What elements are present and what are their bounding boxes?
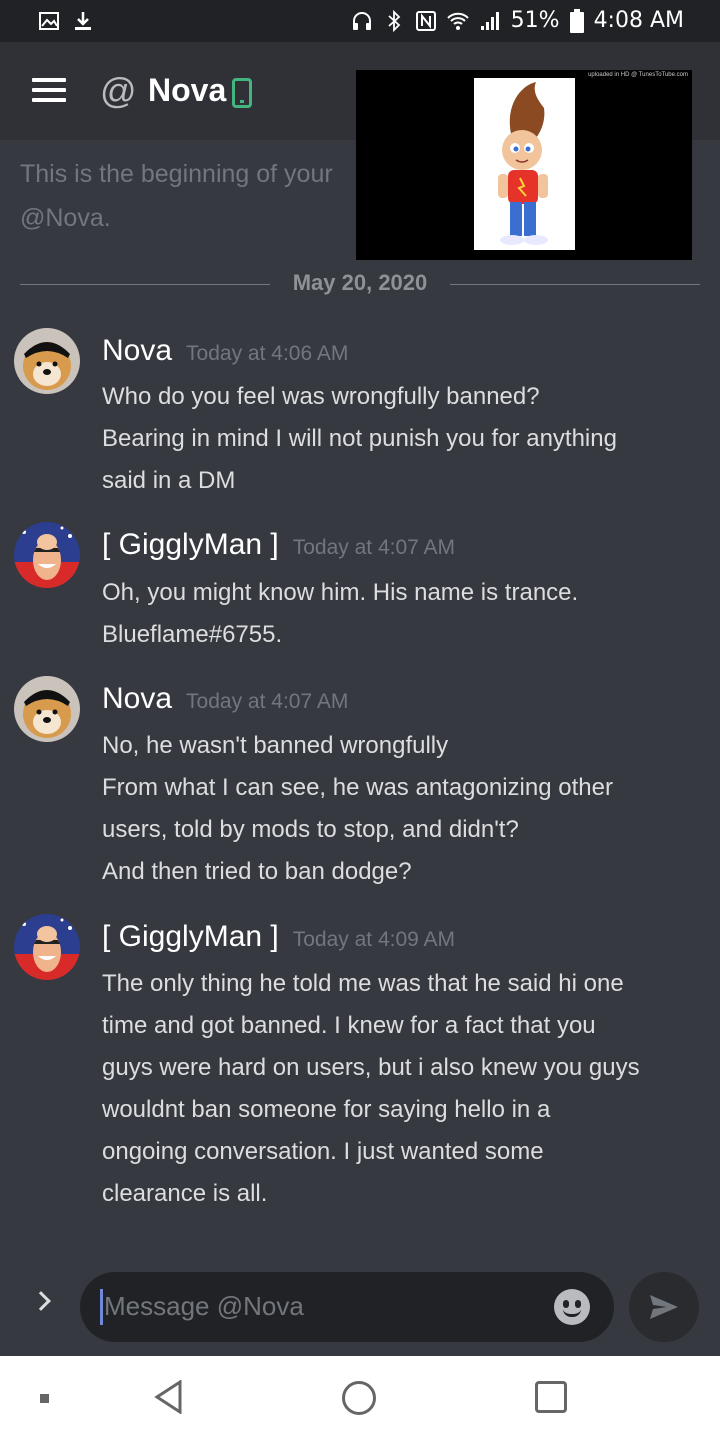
avatar[interactable] xyxy=(14,328,80,394)
hamburger-icon[interactable] xyxy=(32,78,66,102)
send-button[interactable] xyxy=(629,1272,699,1342)
clock: 4:08 AM xyxy=(593,8,684,33)
author-name[interactable]: [ GigglyMan ] xyxy=(102,528,279,562)
timestamp: Today at 4:09 AM xyxy=(292,928,456,951)
text-caret xyxy=(100,1289,103,1325)
message-line: Bearing in mind I will not punish you fo… xyxy=(102,425,617,452)
message-line: users, told by mods to stop, and didn't? xyxy=(102,816,519,843)
mobile-online-icon xyxy=(232,78,252,108)
channel-name[interactable]: Nova xyxy=(148,72,226,109)
at-symbol: @ xyxy=(100,70,137,111)
message-line: wouldnt ban someone for saying hello in … xyxy=(102,1096,551,1123)
author-name[interactable]: Nova xyxy=(102,682,172,716)
message-body: The only thing he told me was that he sa… xyxy=(102,963,702,1215)
send-icon xyxy=(650,1295,678,1319)
message-body: Who do you feel was wrongfully banned? B… xyxy=(102,376,702,502)
message-line: From what I can see, he was antagonizing… xyxy=(102,774,613,801)
avatar[interactable] xyxy=(14,676,80,742)
back-icon[interactable] xyxy=(154,1380,184,1414)
message-line: And then tried to ban dodge? xyxy=(102,858,412,885)
message-line: Blueflame#6755. xyxy=(102,621,283,648)
bluetooth-icon xyxy=(388,9,400,32)
emoji-icon[interactable] xyxy=(554,1289,590,1325)
download-icon xyxy=(75,12,91,30)
message-line: said in a DM xyxy=(102,467,236,494)
headphones-icon xyxy=(352,11,371,30)
message-input[interactable] xyxy=(104,1286,524,1326)
message-line: guys were hard on users, but i also knew… xyxy=(102,1054,640,1081)
video-watermark: uploaded in HD @ TunesToTube.com xyxy=(588,72,688,78)
image-icon xyxy=(39,12,59,30)
system-nav-bar xyxy=(0,1356,720,1440)
message-input-box[interactable] xyxy=(80,1272,614,1342)
timestamp: Today at 4:06 AM xyxy=(186,342,349,365)
battery-percent: 51% xyxy=(510,8,560,33)
message-line: time and got banned. I knew for a fact t… xyxy=(102,1012,596,1039)
nfc-icon xyxy=(415,10,436,31)
battery-icon xyxy=(569,8,584,33)
message-line: Oh, you might know him. His name is tran… xyxy=(102,579,579,606)
message-composer xyxy=(0,1260,720,1356)
signal-icon xyxy=(480,11,499,30)
video-frame xyxy=(474,78,575,250)
avatar[interactable] xyxy=(14,522,80,588)
author-name[interactable]: Nova xyxy=(102,334,172,368)
chevron-right-icon[interactable] xyxy=(31,1291,51,1311)
author-name[interactable]: [ GigglyMan ] xyxy=(102,920,279,954)
message-body: Oh, you might know him. His name is tran… xyxy=(102,572,702,656)
video-overlay[interactable]: uploaded in HD @ TunesToTube.com xyxy=(356,70,692,260)
divider-line-right xyxy=(450,284,700,285)
message-body: No, he wasn't banned wrongfully From wha… xyxy=(102,725,702,893)
timestamp: Today at 4:07 AM xyxy=(292,536,456,559)
nav-menu-dot[interactable] xyxy=(40,1394,49,1403)
date-divider: May 20, 2020 xyxy=(20,270,700,300)
timestamp: Today at 4:07 AM xyxy=(186,690,349,713)
home-icon[interactable] xyxy=(342,1381,376,1415)
message-line: Who do you feel was wrongfully banned? xyxy=(102,383,540,410)
cartoon-character-image xyxy=(498,82,548,245)
avatar[interactable] xyxy=(14,914,80,980)
divider-date: May 20, 2020 xyxy=(292,270,428,295)
status-bar: 51% 4:08 AM xyxy=(0,0,720,42)
message-line: clearance is all. xyxy=(102,1180,268,1207)
message-line: No, he wasn't banned wrongfully xyxy=(102,732,449,759)
message-line: ongoing conversation. I just wanted some xyxy=(102,1138,544,1165)
recent-apps-icon[interactable] xyxy=(535,1381,567,1413)
message-line: The only thing he told me was that he sa… xyxy=(102,970,624,997)
wifi-icon xyxy=(446,12,469,30)
